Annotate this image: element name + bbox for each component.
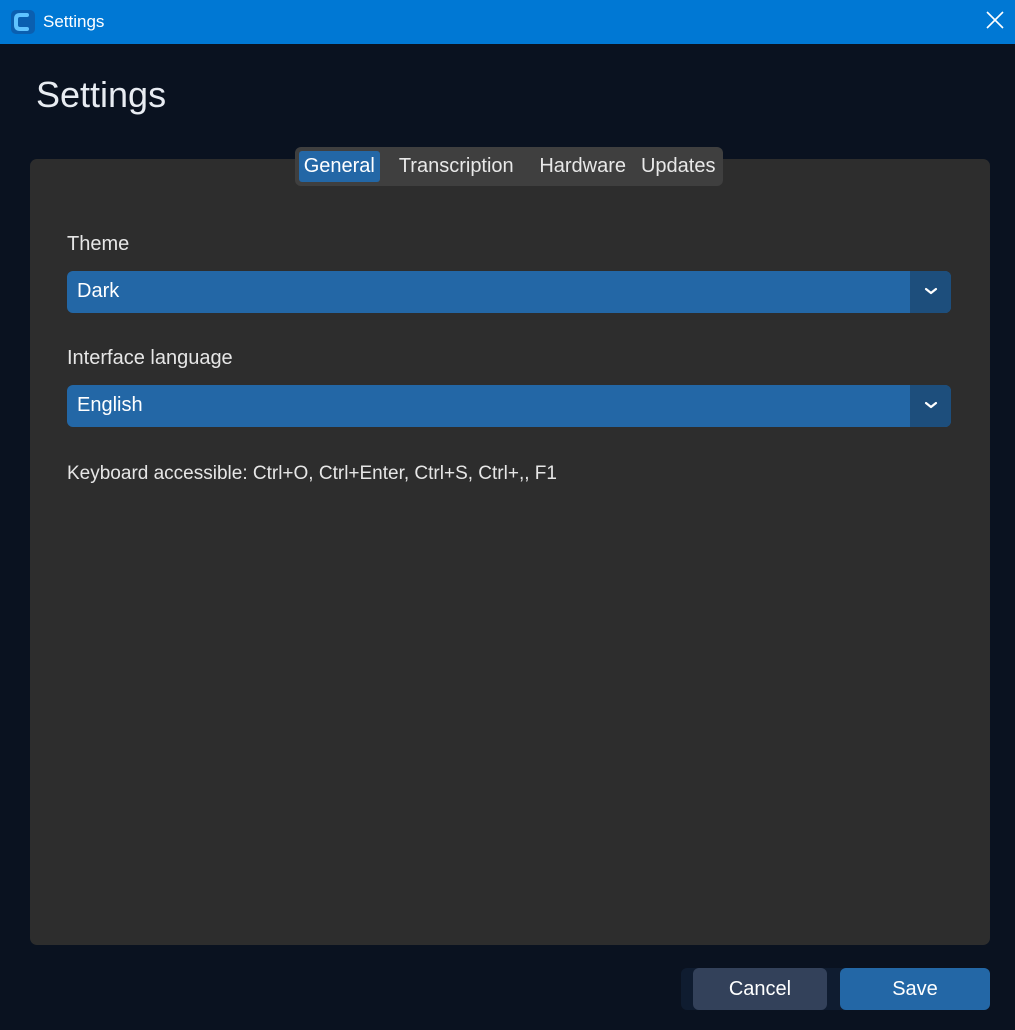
tab-updates[interactable]: Updates	[633, 151, 723, 182]
close-icon	[986, 10, 1004, 34]
tab-hardware[interactable]: Hardware	[531, 151, 635, 182]
theme-dropdown-arrow[interactable]	[910, 271, 951, 313]
chevron-down-icon	[924, 397, 938, 415]
save-button[interactable]: Save	[840, 968, 990, 1010]
tab-bar: General Transcription Hardware Updates	[295, 147, 723, 186]
settings-window: Settings Settings General Transcription …	[0, 0, 1015, 1030]
app-logo-icon	[11, 10, 35, 34]
theme-label: Theme	[67, 233, 130, 255]
close-button[interactable]	[975, 2, 1015, 42]
language-label: Interface language	[67, 347, 233, 369]
page-title: Settings	[36, 74, 167, 115]
chevron-down-icon	[924, 283, 938, 301]
title-bar: Settings	[0, 0, 1015, 44]
language-dropdown[interactable]: English	[67, 385, 951, 427]
language-selected-value: English	[77, 394, 143, 416]
theme-selected-value: Dark	[77, 280, 120, 302]
window-title: Settings	[43, 12, 105, 31]
tab-transcription[interactable]: Transcription	[383, 151, 530, 182]
theme-dropdown[interactable]: Dark	[67, 271, 951, 313]
tab-general[interactable]: General	[299, 151, 380, 182]
language-dropdown-arrow[interactable]	[910, 385, 951, 427]
cancel-button[interactable]: Cancel	[693, 968, 827, 1010]
keyboard-shortcuts-hint: Keyboard accessible: Ctrl+O, Ctrl+Enter,…	[67, 463, 557, 484]
